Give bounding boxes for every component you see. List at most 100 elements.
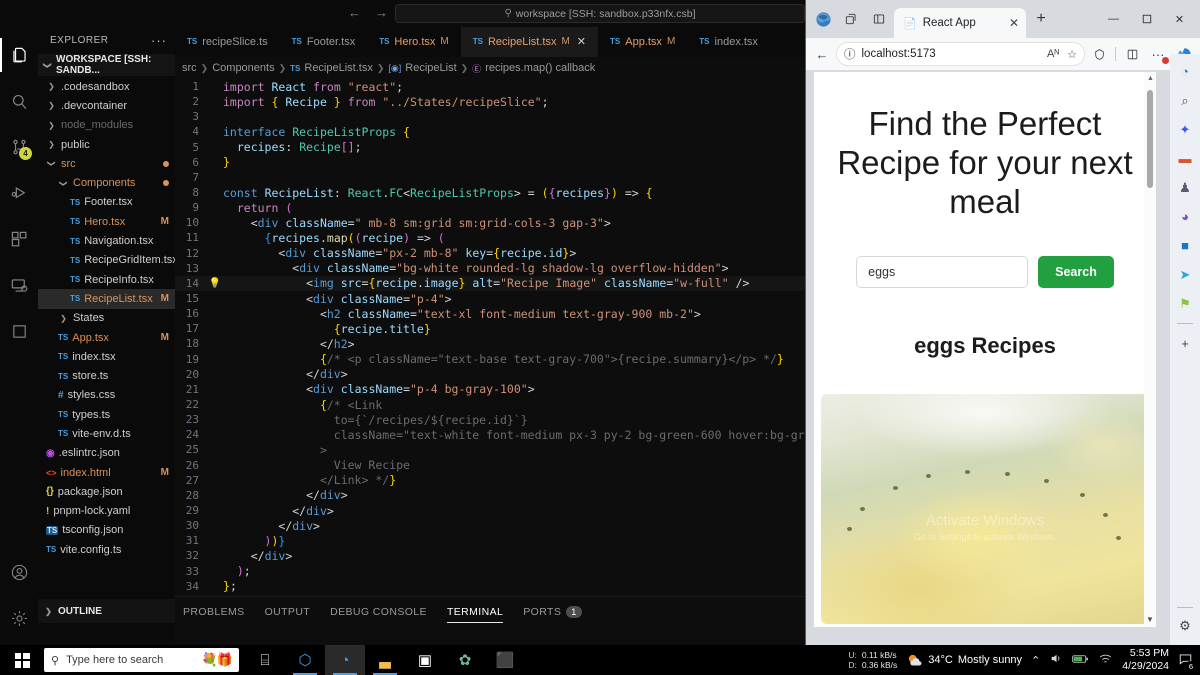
activity-item-accounts[interactable] — [0, 549, 38, 595]
address-bar[interactable]: ⓘ localhost:5173 Aᴺ ☆ — [836, 42, 1085, 66]
panel-tab-ports[interactable]: PORTS 1 — [523, 606, 582, 623]
tree-item-navigation-tsx[interactable]: TS Navigation.tsx — [38, 231, 175, 250]
activity-item-square-panel[interactable] — [0, 308, 38, 354]
tree-item-app-tsx[interactable]: TS App.tsx M — [38, 328, 175, 347]
battery-icon[interactable] — [1072, 653, 1089, 668]
tree-item-public[interactable]: ❯ public — [38, 135, 175, 154]
tree-item-index-html[interactable]: <> index.html M — [38, 463, 175, 482]
workspace-section-header[interactable]: ❯ WORKSPACE [SSH: SANDB... — [38, 54, 175, 76]
favorite-star-icon[interactable]: ☆ — [1067, 48, 1077, 61]
tree-item-recipelist-tsx[interactable]: TS RecipeList.tsx M — [38, 289, 175, 309]
taskbar-app-microsoft-edge[interactable]: ◔ — [325, 645, 365, 675]
editor-tab-footer-tsx[interactable]: TS Footer.tsx — [279, 26, 368, 57]
panel-tab-problems[interactable]: PROBLEMS — [183, 606, 245, 623]
scrollbar-thumb[interactable] — [1147, 90, 1153, 188]
settings-and-more-button[interactable]: ··· — [1146, 42, 1170, 66]
shopping-tag-icon[interactable]: ✦ — [1172, 116, 1198, 143]
activity-item-search[interactable] — [0, 78, 38, 124]
start-button[interactable] — [0, 645, 44, 675]
outlook-icon[interactable]: ■ — [1172, 232, 1198, 259]
tree-item-index-tsx[interactable]: TS index.tsx — [38, 347, 175, 366]
browser-essentials-button[interactable] — [1087, 42, 1111, 66]
activity-item-explorer[interactable] — [0, 32, 38, 78]
browser-tab-react-app[interactable]: 📄 React App ✕ — [894, 8, 1026, 38]
editor-tab-recipeslice-ts[interactable]: TS recipeSlice.ts — [175, 26, 280, 57]
clock[interactable]: 5:53 PM 4/29/2024 — [1122, 647, 1169, 673]
tree-item-recipegriditem-tsx[interactable]: TS RecipeGridItem.tsx — [38, 251, 178, 270]
scroll-up-arrow-icon[interactable]: ▲ — [1147, 75, 1154, 82]
site-info-icon[interactable]: ⓘ — [844, 46, 856, 62]
tree-item-pnpm-lock-yaml[interactable]: ! pnpm-lock.yaml — [38, 502, 175, 521]
copilot-icon[interactable]: ◔ — [1172, 58, 1198, 85]
command-center-input[interactable]: ⚲ workspace [SSH: sandbox.p33nfx.csb] — [395, 4, 805, 23]
tree-item-src[interactable]: ❯ src — [38, 154, 175, 173]
show-hidden-icons-button[interactable]: ⌃ — [1031, 654, 1040, 667]
tree-item-components[interactable]: ❯ Components — [38, 173, 175, 192]
tree-item-tsconfig-json[interactable]: TS tsconfig.json — [38, 521, 175, 540]
volume-icon[interactable] — [1049, 652, 1063, 668]
breadcrumb-segment[interactable]: src — [182, 62, 197, 74]
activity-item-source-control[interactable]: 4 — [0, 124, 38, 170]
outline-section-header[interactable]: ❯ OUTLINE — [38, 599, 175, 623]
explorer-more-actions-icon[interactable]: ··· — [151, 33, 167, 48]
activity-item-extensions[interactable] — [0, 216, 38, 262]
network-icon[interactable] — [1098, 653, 1113, 668]
close-tab-icon[interactable]: ✕ — [577, 35, 586, 48]
tree-item--eslintrc-json[interactable]: ◉ .eslintrc.json — [38, 444, 175, 463]
breadcrumb-segment[interactable]: RecipeList.tsx — [304, 62, 372, 74]
taskbar-search-box[interactable]: ⚲ Type here to search 💐🎁 — [44, 648, 239, 672]
add-sidebar-icon[interactable]: + — [1172, 330, 1198, 357]
tree-item-states[interactable]: ❯ States — [38, 309, 175, 328]
notification-center-button[interactable]: 6 — [1178, 652, 1197, 672]
activity-item-remote-explorer[interactable] — [0, 262, 38, 308]
activity-item-run-and-debug[interactable] — [0, 170, 38, 216]
page-scrollbar[interactable]: ▲ ▼ — [1144, 72, 1156, 627]
panel-tab-debug-console[interactable]: DEBUG CONSOLE — [330, 606, 427, 623]
tree-item-styles-css[interactable]: # styles.css — [38, 386, 175, 405]
read-aloud-icon[interactable]: Aᴺ — [1047, 48, 1059, 61]
tab-actions-icon[interactable] — [866, 6, 892, 32]
breadcrumb-segment[interactable]: recipes.map() callback — [485, 62, 595, 74]
lightbulb-icon[interactable]: 💡 — [207, 278, 223, 289]
taskbar-app-file-explorer[interactable]: ▃ — [365, 645, 405, 675]
taskbar-app-chatgpt[interactable]: ✿ — [445, 645, 485, 675]
editor-tab-recipelist-tsx[interactable]: TS RecipeList.tsx M ✕ — [460, 26, 599, 57]
tab-copilot-icon[interactable] — [838, 6, 864, 32]
tree-item-vite-env-d-ts[interactable]: TS vite-env.d.ts — [38, 424, 175, 443]
microsoft365-icon[interactable]: ◕ — [1172, 203, 1198, 230]
weather-widget[interactable]: 34°C Mostly sunny — [906, 652, 1022, 669]
vscode-nav-arrows[interactable]: ← → — [348, 4, 388, 22]
search-button[interactable]: Search — [1038, 255, 1114, 288]
games-icon[interactable]: ♟ — [1172, 174, 1198, 201]
scroll-down-arrow-icon[interactable]: ▼ — [1146, 615, 1154, 624]
taskbar-app-unknown-app[interactable]: ▣ — [405, 645, 445, 675]
editor-tab-index-tsx[interactable]: TS index.tsx — [687, 26, 770, 57]
taskbar-app-vs-code[interactable]: ⬡ — [285, 645, 325, 675]
maximize-button[interactable] — [1130, 6, 1163, 32]
tree-item-vite-config-ts[interactable]: TS vite.config.ts — [38, 540, 175, 559]
tree-item-node-modules[interactable]: ❯ node_modules — [38, 116, 175, 135]
breadcrumb-segment[interactable]: Components — [212, 62, 274, 74]
tree-item--codesandbox[interactable]: ❯ .codesandbox — [38, 77, 175, 96]
tree-item-footer-tsx[interactable]: TS Footer.tsx — [38, 193, 175, 212]
back-button[interactable]: ← — [810, 42, 834, 66]
editor-tab-hero-tsx[interactable]: TS Hero.tsx M — [367, 26, 461, 57]
search-input[interactable] — [856, 255, 1029, 288]
close-tab-icon[interactable]: ✕ — [1009, 16, 1019, 30]
minimize-button[interactable]: — — [1097, 6, 1130, 32]
taskbar-app-task-view[interactable]: ⌸ — [245, 645, 285, 675]
tree-item-hero-tsx[interactable]: TS Hero.tsx M — [38, 212, 175, 231]
tree-item-package-json[interactable]: {} package.json — [38, 482, 175, 501]
tools-icon[interactable]: ▬ — [1172, 145, 1198, 172]
close-window-button[interactable]: ✕ — [1163, 6, 1196, 32]
sidebar-settings-icon[interactable]: ⚙ — [1172, 612, 1198, 639]
editor-tab-app-tsx[interactable]: TS App.tsx M — [598, 26, 688, 57]
tree-item--devcontainer[interactable]: ❯ .devcontainer — [38, 96, 175, 115]
activity-item-settings[interactable] — [0, 595, 38, 641]
split-screen-button[interactable] — [1120, 42, 1144, 66]
new-tab-button[interactable]: + — [1028, 10, 1054, 28]
search-icon[interactable]: ⌕ — [1172, 87, 1198, 114]
tree-item-types-ts[interactable]: TS types.ts — [38, 405, 175, 424]
breadcrumb-segment[interactable]: RecipeList — [405, 62, 456, 74]
taskbar-app-terminal[interactable]: ⬛ — [485, 645, 525, 675]
